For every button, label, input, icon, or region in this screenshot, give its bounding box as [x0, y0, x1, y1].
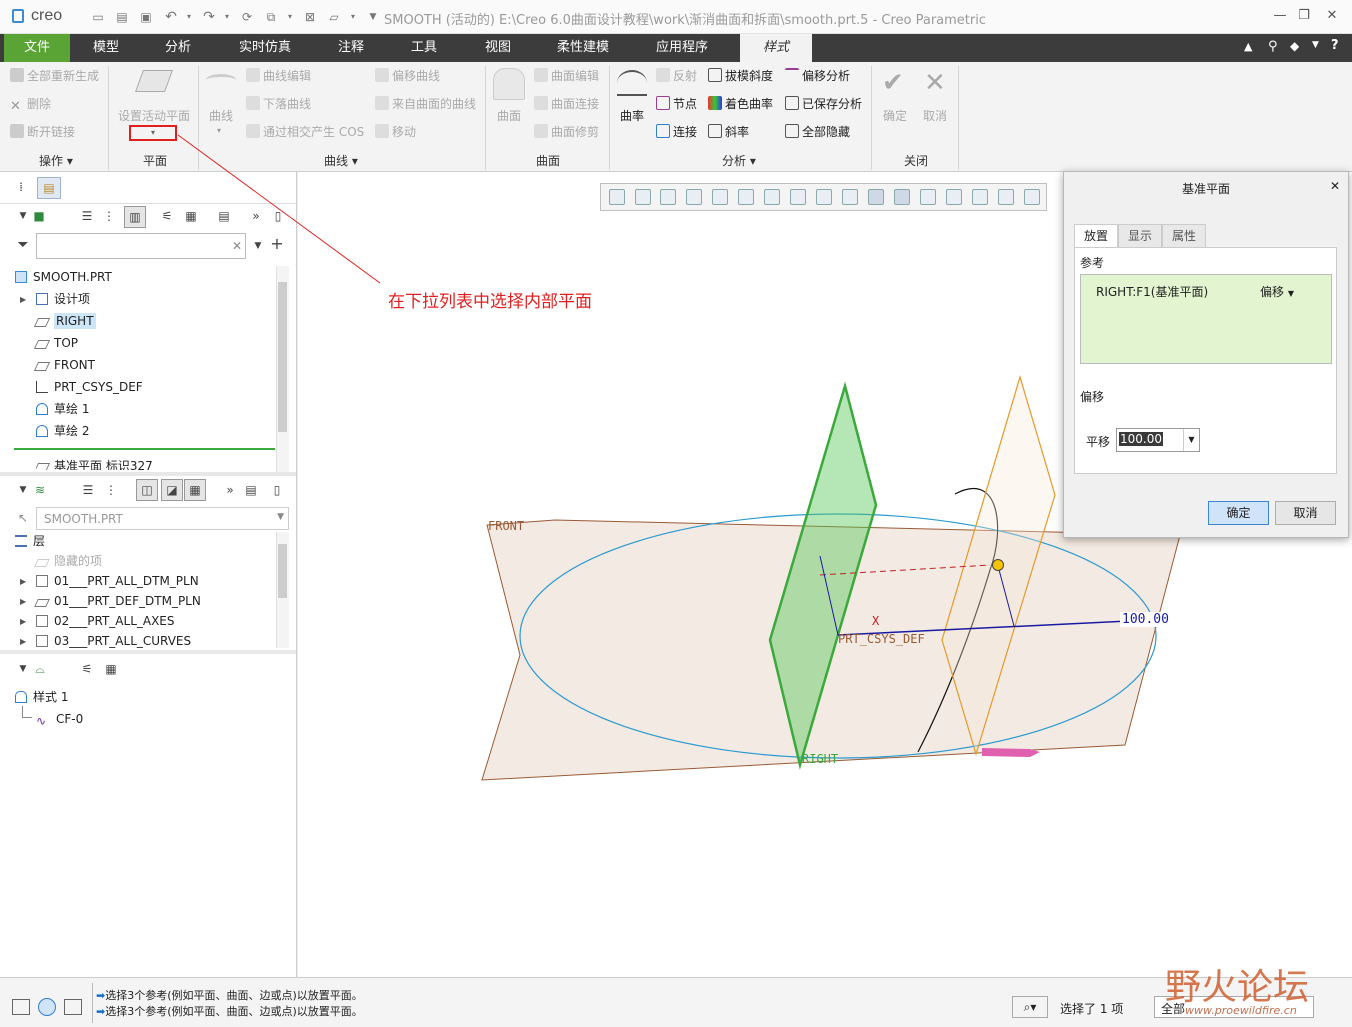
- offset-dimension[interactable]: 100.00: [1120, 612, 1171, 627]
- translate-dropdown-icon[interactable]: ▼: [1183, 429, 1199, 451]
- translate-value: 100.00: [1119, 432, 1163, 446]
- reference-label: 参考: [1080, 256, 1105, 270]
- front-plane-label: FRONT: [488, 519, 525, 533]
- instruction-annotation: 在下拉列表中选择内部平面: [388, 292, 592, 312]
- reference-type-dropdown[interactable]: 偏移 ▼: [1260, 283, 1294, 300]
- dialog-cancel-button[interactable]: 取消: [1275, 501, 1336, 525]
- arrow-right-icon: ➡: [96, 1005, 106, 1018]
- translate-input[interactable]: 100.00 ▼: [1116, 428, 1200, 452]
- status-message-text: 选择3个参考(例如平面、曲面、边或点)以放置平面。: [105, 989, 363, 1002]
- annotation-leader: [177, 134, 381, 284]
- status-message: ➡选择3个参考(例如平面、曲面、边或点)以放置平面。: [96, 987, 363, 1003]
- tab-display[interactable]: 显示: [1118, 224, 1162, 248]
- reference-type-value: 偏移: [1260, 285, 1285, 299]
- status-bar: ➡选择3个参考(例如平面、曲面、边或点)以放置平面。 ➡选择3个参考(例如平面、…: [0, 977, 1352, 1027]
- selected-count: 选择了 1 项: [1060, 1002, 1124, 1016]
- dialog-title: 基准平面: [1181, 182, 1230, 196]
- tab-properties[interactable]: 属性: [1162, 224, 1206, 248]
- fullscreen-icon[interactable]: [64, 999, 82, 1015]
- tab-placement[interactable]: 放置: [1074, 224, 1118, 248]
- datum-plane-dialog: 基准平面 ✕ 放置 显示 属性 参考 RIGHT:F1(基准平面) 偏移 ▼ 偏…: [1063, 171, 1349, 538]
- watermark-logo: 野火论坛: [1165, 958, 1309, 1010]
- watermark-url: www.proewildfire.cn: [1185, 1004, 1297, 1017]
- status-message: ➡选择3个参考(例如平面、曲面、边或点)以放置平面。: [96, 1003, 363, 1019]
- dialog-ok-button[interactable]: 确定: [1208, 501, 1269, 525]
- find-icon[interactable]: ⌕▾: [1012, 996, 1048, 1018]
- reference-item[interactable]: RIGHT:F1(基准平面): [1096, 283, 1208, 300]
- browser-icon[interactable]: [38, 998, 56, 1016]
- right-plane-label: RIGHT: [802, 752, 839, 766]
- offset-label: 偏移: [1080, 390, 1105, 404]
- x-axis-label: X: [872, 614, 880, 628]
- watermark-text: 野火论坛: [1165, 967, 1310, 1008]
- translate-label: 平移: [1086, 435, 1111, 449]
- arrow-right-icon: ➡: [96, 989, 106, 1002]
- status-message-text: 选择3个参考(例如平面、曲面、边或点)以放置平面。: [105, 1005, 363, 1018]
- show-navigator-icon[interactable]: [12, 999, 30, 1015]
- chevron-down-icon: ▼: [1287, 289, 1294, 298]
- drag-handle[interactable]: [992, 559, 1004, 571]
- dialog-close-icon[interactable]: ✕: [1330, 179, 1340, 193]
- csys-label: PRT_CSYS_DEF: [838, 632, 925, 646]
